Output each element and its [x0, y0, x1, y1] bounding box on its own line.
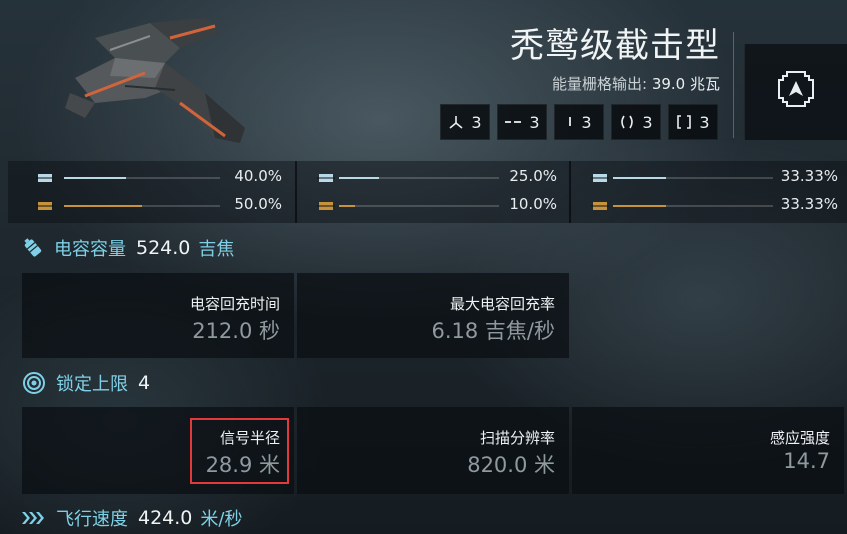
resist-bar: [339, 205, 499, 207]
resist-thermal-icon: [36, 202, 54, 210]
targeting-header[interactable]: 锁定上限 4: [22, 368, 150, 398]
resist-bar-fill: [613, 205, 667, 207]
targeting-value: 4: [138, 372, 151, 394]
ship-name: 秃鹫级截击型: [510, 26, 720, 66]
turret-slots: 3: [440, 104, 490, 140]
resist-bar: [64, 205, 220, 207]
capacitor-icon: [24, 238, 42, 257]
resist-bar: [339, 177, 499, 179]
resist-value: 25.0%: [509, 167, 557, 185]
resist-em-icon: [36, 174, 54, 182]
sensor-strength-cell: 感应强度 14.7: [572, 407, 844, 494]
title-divider: [733, 32, 734, 138]
resist-row-top: 33.33%: [571, 167, 847, 189]
resist-row-bottom: 33.33%: [571, 195, 847, 217]
stat-value: 820.0 米: [467, 453, 555, 477]
high-slots: 3: [554, 104, 604, 140]
launcher-slot-count: 3: [529, 112, 540, 132]
resist-bar-fill: [64, 177, 127, 179]
stat-value: 14.7: [783, 449, 830, 473]
powergrid-value: 39.0 兆瓦: [651, 75, 720, 93]
navigation-unit: 米/秒: [200, 509, 243, 530]
resist-bar: [613, 205, 773, 207]
resist-column-1: 40.0% 50.0%: [8, 161, 295, 223]
resist-value: 33.33%: [780, 195, 838, 213]
mid-slot-count: 3: [642, 112, 653, 132]
stat-label: 扫描分辨率: [479, 429, 555, 447]
resist-bar: [64, 177, 220, 179]
mid-slot-icon: [621, 115, 634, 129]
powergrid-output: 能量栅格输出: 39.0 兆瓦: [552, 73, 720, 94]
capacitor-header[interactable]: 电容容量 524.0 吉焦: [22, 233, 234, 263]
capacitor-recharge-time-cell: 电容回充时间 212.0 秒: [22, 273, 294, 358]
capacitor-value: 524.0: [136, 237, 191, 259]
resist-row-bottom: 50.0%: [8, 195, 295, 217]
turret-slot-count: 3: [471, 112, 482, 132]
resist-em-icon: [591, 174, 609, 182]
resist-kinetic-icon: [317, 174, 335, 182]
resist-column-2: 25.0% 10.0%: [297, 161, 569, 223]
targeting-label: 锁定上限: [56, 374, 128, 395]
resist-value: 10.0%: [509, 195, 557, 213]
powergrid-label: 能量栅格输出:: [551, 75, 648, 93]
resist-row-top: 25.0%: [297, 167, 569, 189]
resist-bar-fill: [613, 177, 667, 179]
low-slots: 3: [668, 104, 718, 140]
resist-explosive-icon: [317, 202, 335, 210]
stat-label: 电容回充时间: [189, 295, 280, 313]
navigation-header[interactable]: 飞行速度 424.0 米/秒: [22, 503, 242, 533]
turret-hardpoint-icon: [449, 116, 463, 129]
resist-bar: [613, 177, 773, 179]
resist-value: 50.0%: [234, 195, 282, 213]
resist-bar-fill: [64, 205, 142, 207]
resist-value: 33.33%: [780, 167, 838, 185]
high-slot-count: 3: [581, 112, 592, 132]
stat-label: 感应强度: [769, 429, 830, 447]
resist-row-top: 40.0%: [8, 167, 295, 189]
navigation-label: 飞行速度: [56, 509, 128, 530]
low-slot-count: 3: [699, 112, 710, 132]
targeting-icon: [23, 372, 45, 394]
stat-value: 6.18 吉焦/秒: [431, 319, 555, 343]
resist-thermal-icon: [591, 202, 609, 210]
resist-value: 40.0%: [234, 167, 282, 185]
resist-bar-fill: [339, 205, 355, 207]
capacitor-unit: 吉焦: [198, 239, 235, 260]
high-slot-icon: [569, 117, 572, 126]
launcher-slots: 3: [497, 104, 547, 140]
stat-label: 最大电容回充率: [449, 295, 555, 313]
stat-value: 212.0 秒: [192, 319, 280, 343]
navigation-value: 424.0: [138, 507, 193, 529]
velocity-icon: [22, 512, 44, 524]
ship-type-button[interactable]: [744, 44, 847, 140]
resist-column-3: 33.33% 33.33%: [571, 161, 847, 223]
launcher-hardpoint-icon: [505, 121, 522, 123]
capacitor-label: 电容容量: [54, 239, 126, 260]
resistance-panel: 40.0% 50.0% 25.0% 10.0% 33.33% 33.33%: [8, 161, 847, 223]
low-slot-icon: [677, 115, 692, 129]
interceptor-class-icon: [778, 71, 814, 107]
capacitor-peak-recharge-cell: 最大电容回充率 6.18 吉焦/秒: [297, 273, 569, 358]
scan-resolution-cell: 扫描分辨率 820.0 米: [297, 407, 569, 494]
ship-image: [55, 8, 255, 158]
highlight-box: [190, 418, 289, 484]
mid-slots: 3: [611, 104, 661, 140]
resist-row-bottom: 10.0%: [297, 195, 569, 217]
resist-bar-fill: [339, 177, 379, 179]
